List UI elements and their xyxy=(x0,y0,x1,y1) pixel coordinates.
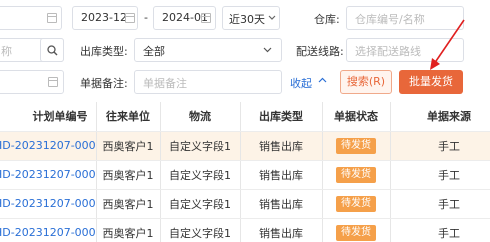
source-cell: 手工 xyxy=(390,189,490,219)
chevron-down-icon xyxy=(268,15,276,20)
date-start-input[interactable] xyxy=(0,6,62,30)
date-range-value: 近30天 xyxy=(229,13,265,26)
calendar-icon xyxy=(47,13,57,23)
source-cell: 手工 xyxy=(390,160,490,190)
table-row[interactable]: HD-20231207-0005 西奥客户1 自定义字段1 销售出库 待发货 手… xyxy=(0,160,490,190)
partner-cell: 西奥客户1 xyxy=(95,160,161,190)
collapse-link[interactable]: 收起 xyxy=(290,75,312,91)
table-row[interactable]: HD-20231207-0006 西奥客户1 自定义字段1 销售出库 待发货 手… xyxy=(0,189,490,219)
col-logistics[interactable]: 物流 xyxy=(160,102,241,132)
date-start-field[interactable]: 2023-12 xyxy=(72,6,138,30)
route-label: 配送线路: xyxy=(296,45,344,58)
date-start-value: 2023-12 xyxy=(81,11,127,24)
status-badge: 待发货 xyxy=(336,195,376,212)
logistics-cell: 自定义字段1 xyxy=(160,160,241,190)
status-cell: 待发货 xyxy=(322,189,391,219)
col-source[interactable]: 单据来源 xyxy=(390,102,490,132)
type-cell: 销售出库 xyxy=(240,160,323,190)
remark-label: 单据备注: xyxy=(80,77,128,90)
calendar-icon xyxy=(125,13,135,23)
chevron-down-icon xyxy=(263,47,272,53)
type-cell: 销售出库 xyxy=(240,131,323,161)
status-cell: 待发货 xyxy=(322,131,391,161)
col-partner[interactable]: 往来单位 xyxy=(95,102,161,132)
plan-no-link[interactable]: HD-20231207-0006 xyxy=(0,189,97,219)
type-cell: 销售出库 xyxy=(240,218,323,242)
calendar-icon xyxy=(201,13,211,23)
search-icon-button[interactable] xyxy=(40,38,64,62)
date-end-field[interactable]: 2024-01 xyxy=(153,6,216,30)
remark-placeholder: 单据备注 xyxy=(143,77,187,90)
logistics-cell: 自定义字段1 xyxy=(160,189,241,219)
route-placeholder: 选择配送路线 xyxy=(355,45,421,58)
chevron-up-icon[interactable] xyxy=(318,77,327,83)
logistics-cell: 自定义字段1 xyxy=(160,218,241,242)
date-input-3[interactable] xyxy=(0,70,64,94)
plan-no-link[interactable]: HD-20231207-0005 xyxy=(0,160,97,190)
source-cell: 手工 xyxy=(390,218,490,242)
table-row[interactable]: HD-20231207-0008 西奥客户1 自定义字段1 销售出库 待发货 手… xyxy=(0,218,490,242)
source-cell: 手工 xyxy=(390,131,490,161)
warehouse-placeholder: 仓库编号/名称 xyxy=(355,13,425,26)
col-status[interactable]: 单据状态 xyxy=(322,102,391,132)
date-range-select[interactable]: 近30天 xyxy=(222,6,280,30)
col-plan-no[interactable]: 计划单编号 xyxy=(0,102,97,132)
col-outbound-type[interactable]: 出库类型 xyxy=(240,102,323,132)
partner-cell: 西奥客户1 xyxy=(95,131,161,161)
table-row[interactable]: HD-20231207-0004 西奥客户1 自定义字段1 销售出库 待发货 手… xyxy=(0,131,490,161)
partner-cell: 西奥客户1 xyxy=(95,218,161,242)
status-badge: 待发货 xyxy=(336,166,376,183)
status-badge: 待发货 xyxy=(336,224,376,241)
plan-no-link[interactable]: HD-20231207-0004 xyxy=(0,131,97,161)
plan-no-link[interactable]: HD-20231207-0008 xyxy=(0,218,97,242)
outbound-type-value: 全部 xyxy=(143,45,165,58)
calendar-icon xyxy=(48,77,58,87)
search-icon xyxy=(47,45,58,56)
plan-table: 计划单编号 往来单位 物流 出库类型 单据状态 单据来源 HD-20231207… xyxy=(0,102,490,242)
name-placeholder: 称 xyxy=(1,45,12,58)
warehouse-label: 仓库: xyxy=(314,13,340,26)
date-separator: - xyxy=(144,11,148,24)
partner-cell: 西奥客户1 xyxy=(95,189,161,219)
status-cell: 待发货 xyxy=(322,160,391,190)
logistics-cell: 自定义字段1 xyxy=(160,131,241,161)
arrow-annotation xyxy=(430,19,465,70)
remark-input[interactable]: 单据备注 xyxy=(134,70,282,94)
status-badge: 待发货 xyxy=(336,137,376,154)
type-cell: 销售出库 xyxy=(240,189,323,219)
status-cell: 待发货 xyxy=(322,218,391,242)
table-header-row: 计划单编号 往来单位 物流 出库类型 单据状态 单据来源 xyxy=(0,102,490,132)
batch-ship-button[interactable]: 批量发货 xyxy=(399,70,463,94)
outbound-type-select[interactable]: 全部 xyxy=(134,38,282,62)
search-button[interactable]: 搜索(R) xyxy=(340,70,392,94)
outbound-type-label: 出库类型: xyxy=(80,45,128,58)
